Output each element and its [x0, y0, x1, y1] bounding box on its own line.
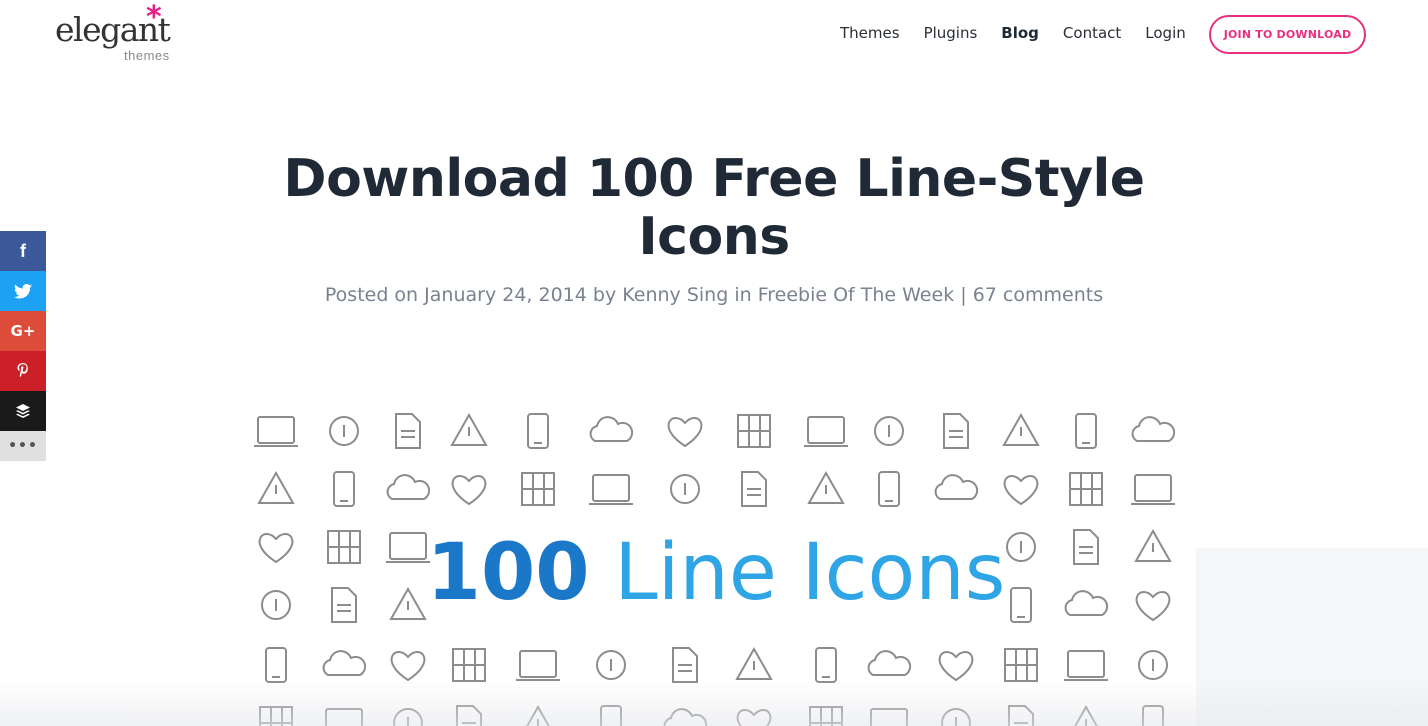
nav-blog[interactable]: Blog — [1001, 24, 1039, 42]
line-icon — [667, 417, 703, 448]
facebook-icon: f — [20, 240, 26, 261]
meta-in: in — [734, 284, 752, 306]
line-icon — [596, 650, 626, 680]
line-icon — [393, 708, 423, 726]
line-icon — [395, 413, 421, 449]
line-icon — [807, 470, 845, 504]
line-icon — [735, 646, 773, 680]
line-icon — [938, 651, 974, 682]
author-link[interactable]: Kenny Sing — [622, 284, 728, 306]
nav-contact[interactable]: Contact — [1063, 24, 1121, 42]
line-icon — [1131, 416, 1176, 442]
post-title: Download 100 Free Line-Style Icons — [214, 150, 1214, 266]
line-icon — [809, 706, 843, 726]
line-icon — [672, 647, 698, 683]
meta-separator: | — [960, 284, 967, 306]
line-icon — [589, 474, 633, 505]
line-icon — [589, 416, 634, 442]
post-meta: Posted on January 24, 2014 by Kenny Sing… — [214, 284, 1214, 306]
main-nav: Themes Plugins Blog Contact Login — [840, 24, 1186, 42]
line-icon — [265, 647, 287, 683]
line-icon — [867, 650, 912, 676]
featured-image: 100 Line Icons — [236, 395, 1196, 726]
line-icon — [815, 647, 837, 683]
line-icon — [254, 416, 298, 447]
join-to-download-button[interactable]: JOIN TO DOWNLOAD — [1209, 15, 1366, 54]
more-share-button[interactable]: ••• — [0, 431, 46, 461]
nav-login[interactable]: Login — [1145, 24, 1185, 42]
line-icon — [257, 470, 295, 504]
line-icon — [1004, 648, 1038, 682]
line-icon — [322, 650, 367, 676]
line-icon — [663, 708, 708, 726]
line-icon — [737, 414, 771, 448]
google-plus-icon: G+ — [10, 322, 36, 340]
banner-text: Line Icons — [614, 528, 1006, 618]
line-icon — [741, 471, 767, 507]
meta-prefix: Posted on — [324, 284, 419, 306]
line-icon — [1131, 474, 1175, 505]
line-icon — [390, 651, 426, 682]
elegant-themes-logo[interactable]: elegant * themes — [55, 0, 185, 64]
line-icon — [1008, 705, 1034, 726]
meta-by: by — [592, 284, 617, 306]
line-icon — [1003, 475, 1039, 506]
line-icon — [941, 708, 971, 726]
line-icon — [333, 471, 355, 507]
line-icon — [521, 472, 555, 506]
line-icon — [527, 413, 549, 449]
line-icon — [329, 416, 359, 446]
line-icon — [386, 474, 431, 500]
line-icon — [456, 705, 482, 726]
line-icon — [1074, 704, 1098, 726]
line-icon — [325, 708, 363, 726]
line-icon — [1002, 412, 1040, 446]
line-icon — [943, 413, 969, 449]
line-icon — [452, 648, 486, 682]
post-date: January 24, 2014 — [424, 284, 587, 306]
buffer-icon — [16, 404, 30, 418]
line-icon — [526, 704, 550, 726]
line-icon — [804, 416, 848, 447]
comments-link[interactable]: 67 comments — [973, 284, 1103, 306]
more-dots-icon: ••• — [8, 438, 38, 454]
line-icon — [1075, 413, 1097, 449]
post-title-line1: Download 100 Free Line-Style — [283, 149, 1145, 209]
site-header: elegant * themes Themes Plugins Blog Con… — [0, 0, 1428, 80]
background-shape — [1196, 548, 1428, 726]
featured-banner-title: 100 Line Icons — [236, 523, 1196, 623]
line-icon — [451, 475, 487, 506]
logo-star-icon: * — [146, 0, 162, 35]
line-icon — [874, 416, 904, 446]
pinterest-icon — [17, 363, 28, 378]
line-icon — [259, 706, 293, 726]
line-icon — [670, 474, 700, 504]
line-icon — [1069, 472, 1103, 506]
banner-number: 100 — [426, 528, 590, 618]
category-link[interactable]: Freebie Of The Week — [758, 284, 955, 306]
twitter-share-button[interactable] — [0, 271, 46, 311]
nav-plugins[interactable]: Plugins — [924, 24, 978, 42]
line-icon — [1142, 705, 1164, 726]
logo-subtitle: themes — [124, 48, 170, 63]
line-icon — [1138, 650, 1168, 680]
line-icon — [736, 709, 772, 726]
twitter-icon — [14, 283, 32, 299]
buffer-share-button[interactable] — [0, 391, 46, 431]
line-icon — [516, 650, 560, 681]
line-icon — [878, 471, 900, 507]
google-plus-share-button[interactable]: G+ — [0, 311, 46, 351]
line-icon — [870, 708, 908, 726]
post-title-line2: Icons — [638, 207, 790, 267]
line-icon — [450, 412, 488, 446]
line-icon — [934, 474, 979, 500]
line-icon — [1064, 650, 1108, 681]
nav-themes[interactable]: Themes — [840, 24, 900, 42]
line-icon — [600, 705, 622, 726]
facebook-share-button[interactable]: f — [0, 231, 46, 271]
social-share-bar: f G+ ••• — [0, 231, 46, 461]
pinterest-share-button[interactable] — [0, 351, 46, 391]
